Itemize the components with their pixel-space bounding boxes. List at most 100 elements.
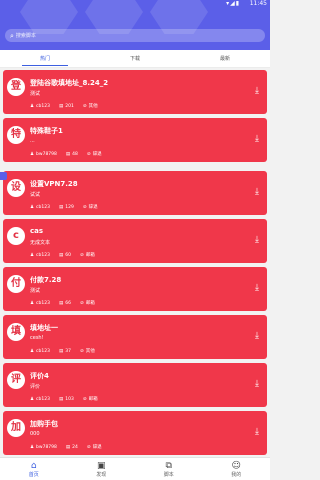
script-tag: 邮箱 [85,253,95,258]
count-icon: ▤ [58,396,64,402]
home-icon: ⌂ [30,461,37,471]
status-icons: ▾◢▮ [226,0,240,7]
script-author: bw78798 [36,151,57,157]
script-author: cb123 [36,103,50,109]
nav-scripts[interactable]: ⧉ 脚本 [135,458,203,480]
nav-home[interactable]: ⌂ 首页 [0,458,68,480]
script-card[interactable]: c cas 无成文本 ♟ cb123 ▤ 60 ⊘ 邮箱 ⤓ [3,219,267,263]
script-count: 60 [65,252,71,258]
author-icon: ♟ [30,348,35,354]
script-avatar: 登 [7,78,25,96]
author-icon: ♟ [30,151,35,157]
nav-discover[interactable]: ▣ 发现 [68,458,136,480]
search-icon: ⌕ [10,31,14,40]
script-card[interactable]: 设 设置VPN7.28 试试 ♟ cb123 ▤ 129 ⊘ 辞退 ⤓ [3,171,267,215]
script-meta: ♟ cb123 ▤ 66 ⊘ 邮箱 [30,300,104,307]
script-meta: ♟ cb123 ▤ 37 ⊘ 其他 [30,348,104,355]
script-author: bw78798 [36,444,57,450]
script-meta: ♟ cb123 ▤ 201 ⊘ 其他 [30,103,107,110]
download-icon[interactable]: ⤓ [255,86,259,96]
script-avatar: 填 [7,323,25,341]
script-meta: ♟ bw78798 ▤ 48 ⊘ 辞退 [30,151,111,158]
script-card[interactable]: 特 特殊鞋子1 ... ♟ bw78798 ▤ 48 ⊘ 辞退 ⤓ [3,118,267,162]
script-count: 37 [65,348,71,354]
script-subtitle: cesh! [30,335,44,341]
script-card[interactable]: 加 加购手包 000 ♟ bw78798 ▤ 24 ⊘ 辞退 ⤓ [3,411,267,455]
count-icon: ▤ [58,204,64,210]
script-tag: 邮箱 [88,397,98,402]
status-time: 11:45 [249,0,267,7]
script-count: 201 [65,103,74,109]
script-subtitle: ... [30,138,35,144]
tab-download[interactable]: 下载 [90,50,180,67]
script-author: cb123 [36,300,50,306]
code-icon: ⧉ [165,461,172,471]
script-meta: ♟ cb123 ▤ 129 ⊘ 辞退 [30,204,107,211]
script-author: cb123 [36,348,50,354]
author-icon: ♟ [30,396,35,402]
download-icon[interactable]: ⤓ [255,427,259,437]
author-icon: ♟ [30,103,35,109]
user-icon: ☺ [231,461,241,471]
script-author: cb123 [36,396,50,402]
tag-icon: ⊘ [82,103,87,109]
tab-hot[interactable]: 热门 [0,50,90,67]
script-subtitle: 000 [30,431,40,437]
tag-icon: ⊘ [82,204,87,210]
script-card[interactable]: 填 填地址一 cesh! ♟ cb123 ▤ 37 ⊘ 其他 ⤓ [3,315,267,359]
count-icon: ▤ [58,103,64,109]
floating-tab-handle[interactable] [0,172,7,180]
nav-me[interactable]: ☺ 我的 [203,458,271,480]
script-count: 103 [65,396,74,402]
download-icon[interactable]: ⤓ [255,187,259,197]
count-icon: ▤ [65,444,71,450]
status-bar: ▾◢▮ 11:45 [0,0,270,10]
author-icon: ♟ [30,204,35,210]
script-count: 66 [65,300,71,306]
download-icon[interactable]: ⤓ [255,134,259,144]
search-input[interactable]: ⌕ 搜索脚本 [5,29,265,42]
tag-icon: ⊘ [86,444,91,450]
script-card[interactable]: 付 付款7.28 测试 ♟ cb123 ▤ 66 ⊘ 邮箱 ⤓ [3,267,267,311]
script-avatar: 设 [7,179,25,197]
script-avatar: 评 [7,371,25,389]
script-tag: 其他 [85,349,95,354]
script-subtitle: 测试 [30,288,41,294]
tag-icon: ⊘ [82,396,87,402]
script-title: 设置VPN7.28 [30,180,78,188]
script-subtitle: 评价 [30,384,41,390]
script-author: cb123 [36,252,50,258]
script-subtitle: 测试 [30,91,41,97]
script-avatar: 加 [7,419,25,437]
download-icon[interactable]: ⤓ [255,331,259,341]
script-tag: 其他 [88,104,98,109]
script-count: 24 [72,444,78,450]
nav-me-label: 我的 [231,472,242,478]
count-icon: ▤ [65,151,71,157]
tab-latest[interactable]: 最新 [180,50,270,67]
tag-icon: ⊘ [79,300,84,306]
script-tag: 辞退 [92,152,102,157]
tag-icon: ⊘ [79,348,84,354]
bottom-nav: ⌂ 首页 ▣ 发现 ⧉ 脚本 ☺ 我的 [0,457,270,480]
download-icon[interactable]: ⤓ [255,379,259,389]
count-icon: ▤ [58,252,64,258]
script-title: 付款7.28 [30,276,62,284]
tag-icon: ⊘ [79,252,84,258]
script-title: 特殊鞋子1 [30,127,63,135]
script-title: 登陆谷歌填地址_8.24_2 [30,79,109,87]
download-icon[interactable]: ⤓ [255,283,259,293]
download-icon[interactable]: ⤓ [255,235,259,245]
script-card[interactable]: 登 登陆谷歌填地址_8.24_2 测试 ♟ cb123 ▤ 201 ⊘ 其他 ⤓ [3,70,267,114]
script-title: 加购手包 [30,420,58,428]
script-title: 填地址一 [30,324,58,332]
discover-icon: ▣ [96,461,106,471]
script-meta: ♟ cb123 ▤ 60 ⊘ 邮箱 [30,252,104,259]
count-icon: ▤ [58,348,64,354]
script-author: cb123 [36,204,50,210]
script-count: 48 [72,151,78,157]
script-subtitle: 无成文本 [30,240,51,246]
nav-discover-label: 发现 [96,472,107,478]
script-card[interactable]: 评 评价4 评价 ♟ cb123 ▤ 103 ⊘ 邮箱 ⤓ [3,363,267,407]
script-avatar: 特 [7,126,25,144]
